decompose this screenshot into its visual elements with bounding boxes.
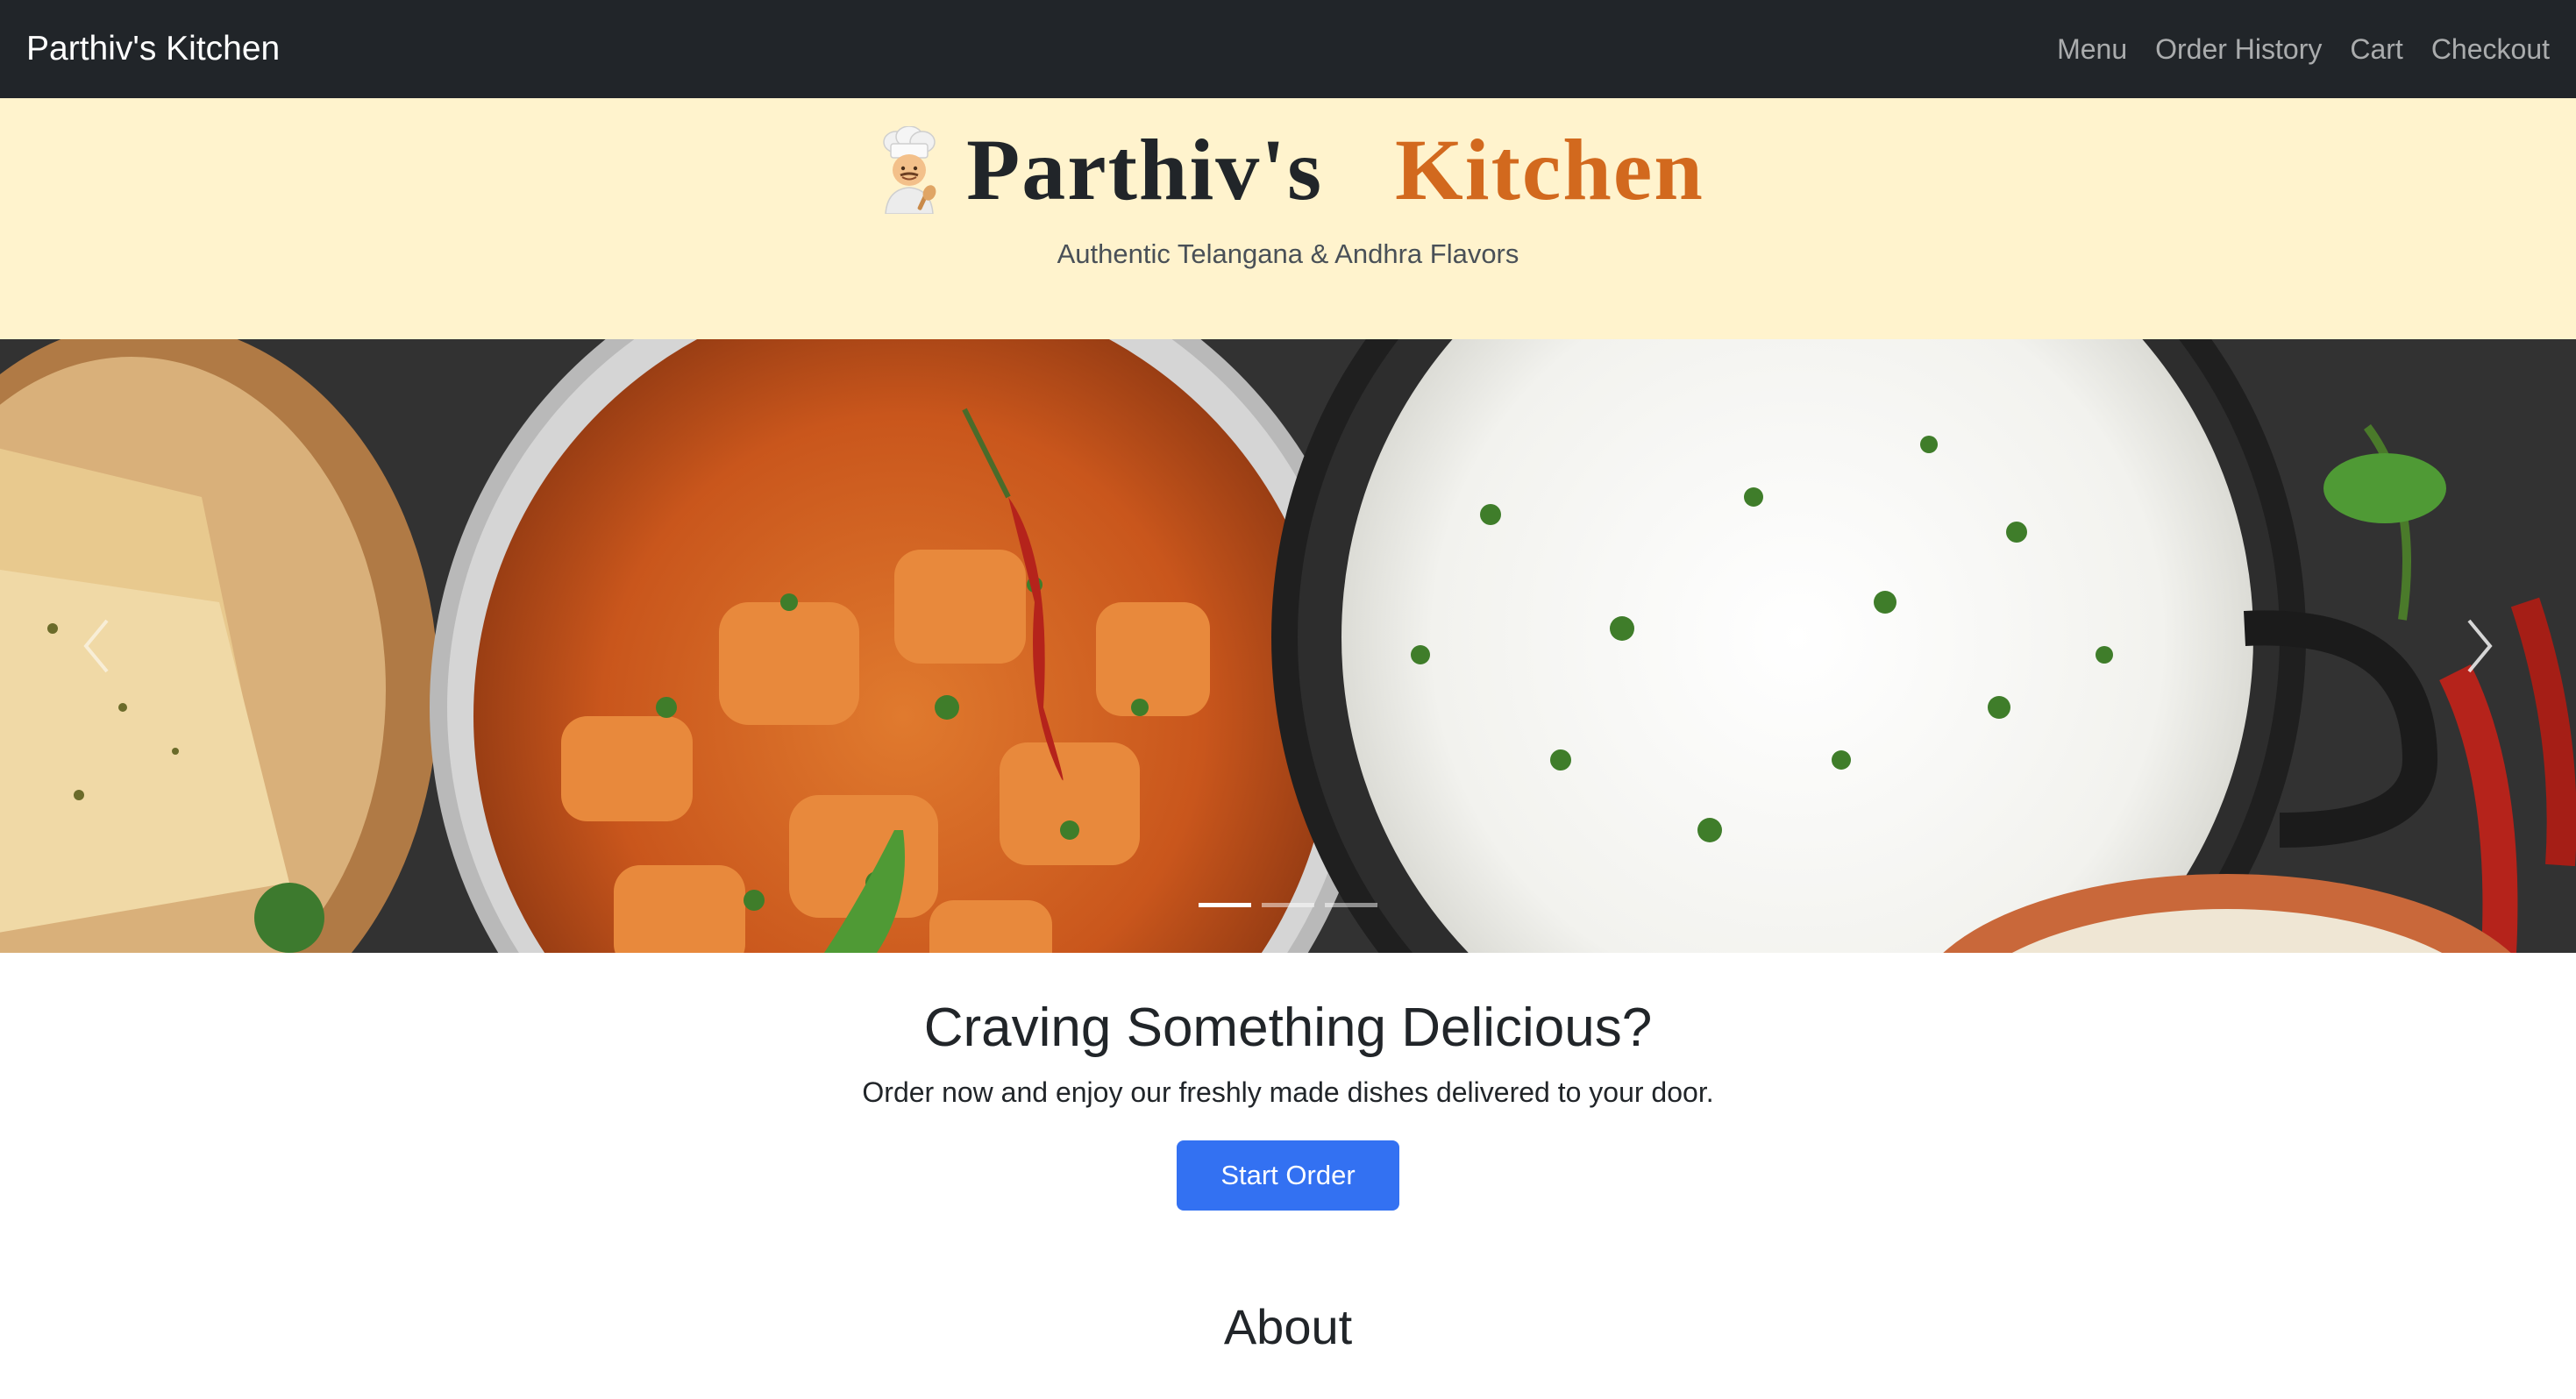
nav-link-order-history[interactable]: Order History	[2155, 33, 2322, 66]
carousel-prev-button[interactable]	[0, 339, 193, 953]
food-carousel[interactable]	[0, 339, 2576, 953]
carousel-slide-image	[0, 339, 2576, 953]
tagline: Authentic Telangana & Andhra Flavors	[1057, 238, 1519, 269]
carousel-indicator-2[interactable]	[1262, 903, 1314, 907]
top-navbar: Parthiv's Kitchen Menu Order History Car…	[0, 0, 2576, 98]
chef-emoji-icon	[872, 125, 947, 215]
carousel-indicators	[1199, 903, 1377, 907]
nav-links: Menu Order History Cart Checkout	[2057, 33, 2550, 66]
site-title: Parthiv's Kitchen	[872, 121, 1704, 218]
carousel-next-button[interactable]	[2383, 339, 2576, 953]
title-part-kitchen: Kitchen	[1395, 121, 1704, 218]
hero-header: Parthiv's Kitchen Authentic Telangana & …	[0, 98, 2576, 339]
nav-link-menu[interactable]: Menu	[2057, 33, 2127, 66]
order-cta: Craving Something Delicious? Order now a…	[0, 953, 2576, 1211]
about-section: About	[0, 1298, 2576, 1355]
start-order-button[interactable]: Start Order	[1177, 1140, 1399, 1211]
cta-heading: Craving Something Delicious?	[923, 998, 1653, 1058]
cta-subtext: Order now and enjoy our freshly made dis…	[862, 1076, 1714, 1108]
about-heading: About	[1223, 1299, 1353, 1354]
carousel-indicator-3[interactable]	[1325, 903, 1377, 907]
nav-link-checkout[interactable]: Checkout	[2431, 33, 2550, 66]
chevron-right-icon	[2467, 619, 2493, 673]
carousel-indicator-1[interactable]	[1199, 903, 1251, 907]
title-part-parthivs: Parthiv's	[966, 121, 1323, 218]
navbar-brand[interactable]: Parthiv's Kitchen	[26, 30, 280, 68]
chevron-left-icon	[83, 619, 109, 673]
nav-link-cart[interactable]: Cart	[2350, 33, 2402, 66]
